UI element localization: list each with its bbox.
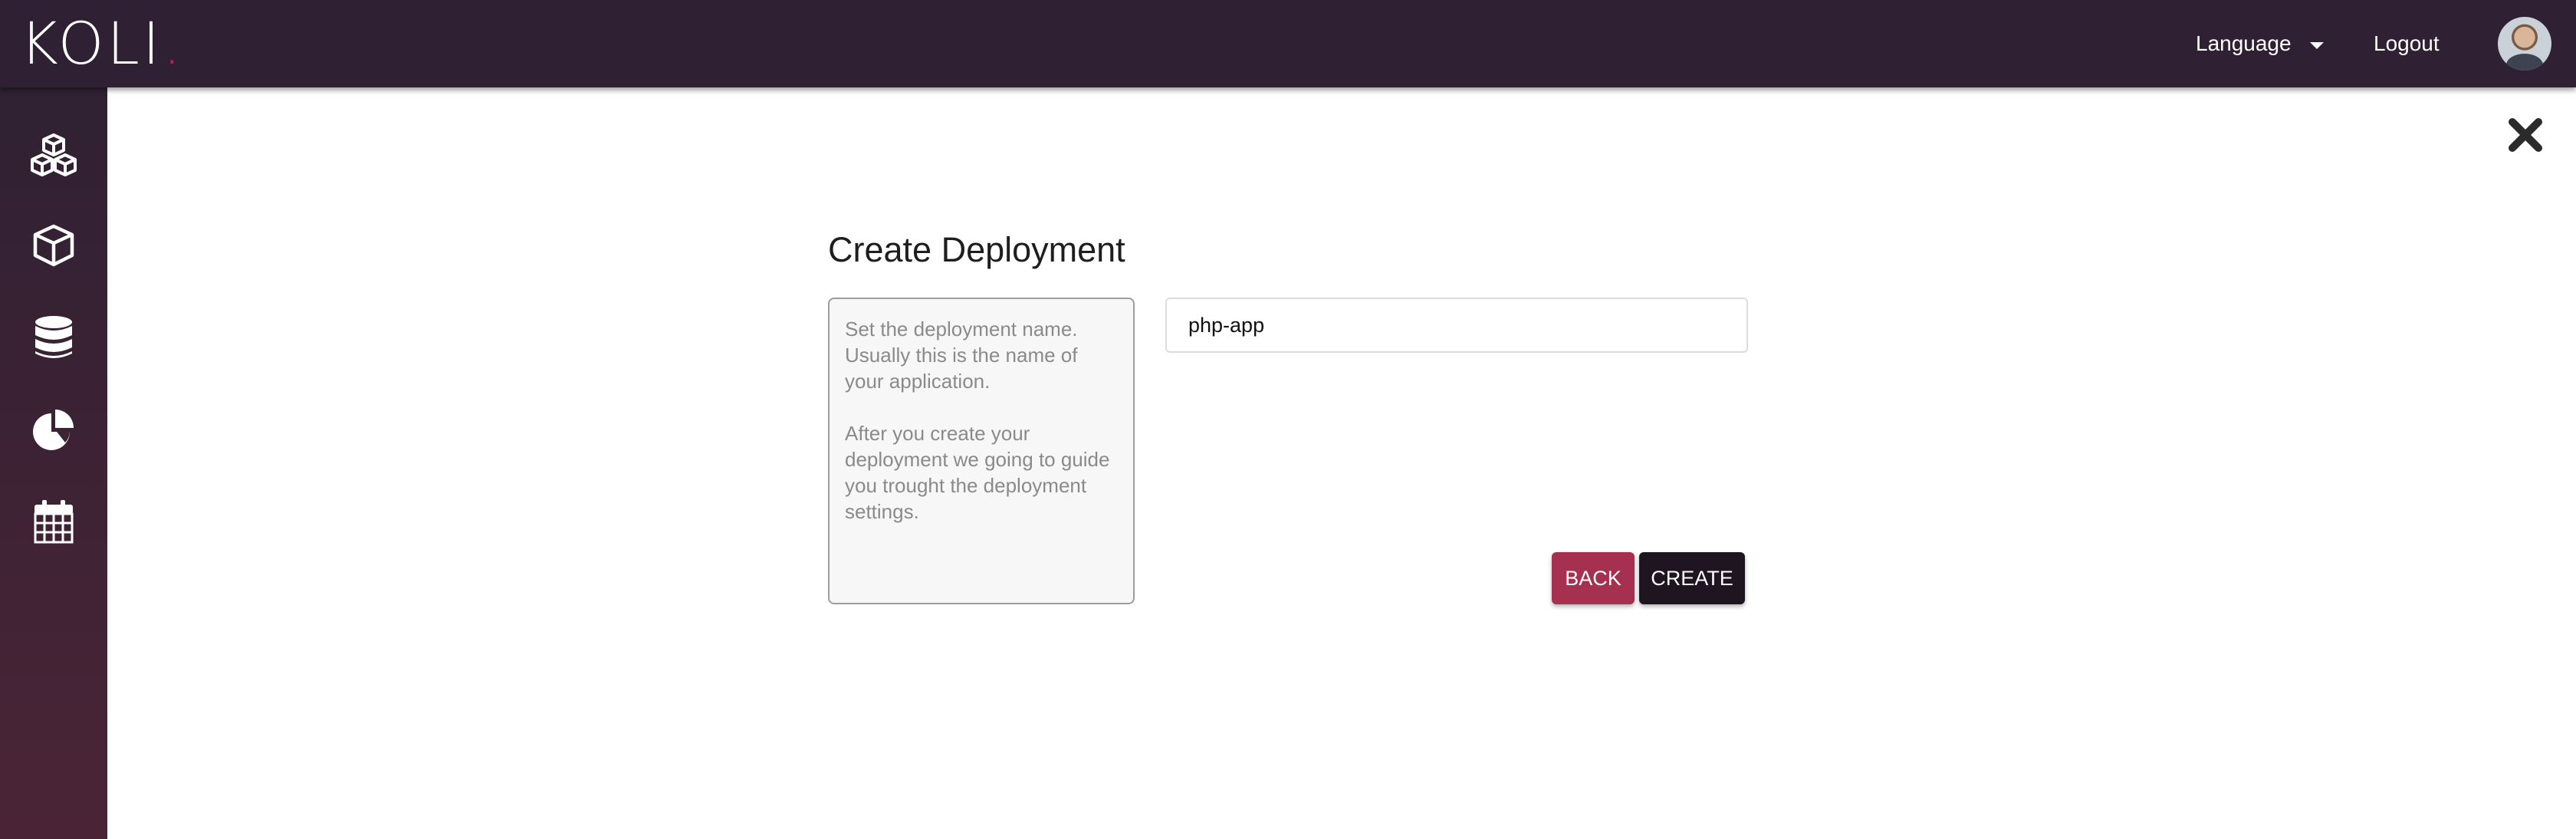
cubes-icon [31, 133, 77, 176]
koli-logo[interactable]: KOLI. [20, 12, 184, 75]
sidebar [0, 87, 107, 839]
caret-down-icon [2309, 41, 2324, 49]
sidebar-item-cube[interactable] [26, 218, 81, 273]
sidebar-item-cubes[interactable] [26, 127, 81, 183]
pie-chart-icon [33, 410, 74, 450]
logout-link[interactable]: Logout [2374, 0, 2440, 87]
top-navbar: KOLI. Language Logout [0, 0, 2576, 87]
calendar-icon [34, 500, 74, 544]
deployment-name-input[interactable] [1165, 298, 1748, 353]
user-avatar[interactable] [2498, 17, 2551, 71]
deployment-help-text: Set the deployment name. Usually this is… [828, 298, 1135, 604]
database-icon [35, 316, 72, 358]
cube-icon [33, 224, 74, 267]
sidebar-item-calendar[interactable] [26, 494, 81, 549]
language-dropdown[interactable]: Language [2196, 0, 2324, 87]
close-icon[interactable] [2505, 115, 2545, 155]
back-button[interactable]: BACK [1552, 552, 1635, 604]
create-button[interactable]: CREATE [1639, 552, 1745, 604]
page-title: Create Deployment [828, 230, 1125, 269]
language-label: Language [2196, 31, 2292, 55]
sidebar-item-database[interactable] [26, 310, 81, 365]
help-paragraph-1: Set the deployment name. Usually this is… [845, 318, 1078, 393]
sidebar-item-reports[interactable] [26, 402, 81, 457]
help-paragraph-2: After you create your deployment we goin… [845, 422, 1110, 523]
